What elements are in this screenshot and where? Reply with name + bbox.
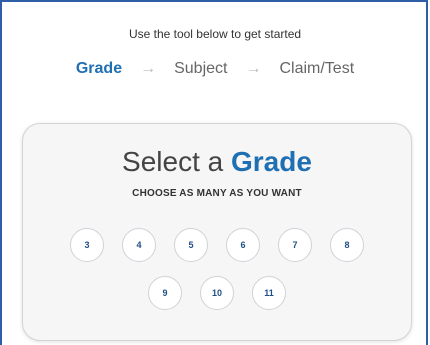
grade-row-2: 9 10 11 xyxy=(23,276,411,310)
card-subtitle: CHOOSE AS MANY AS YOU WANT xyxy=(132,188,302,199)
step-grade[interactable]: Grade xyxy=(76,60,122,78)
intro-text: Use the tool below to get started xyxy=(128,27,302,41)
title-emphasis: Grade xyxy=(231,146,312,177)
step-subject[interactable]: Subject xyxy=(174,60,227,78)
arrow-right-icon: → xyxy=(245,60,262,77)
grade-button-8[interactable]: 8 xyxy=(330,228,364,262)
step-breadcrumb: Grade → Subject → Claim/Test xyxy=(0,60,430,78)
grade-button-5[interactable]: 5 xyxy=(174,228,208,262)
grade-button-3[interactable]: 3 xyxy=(70,228,104,262)
title-prefix: Select a xyxy=(122,146,224,177)
card-title: Select a Grade xyxy=(23,146,411,178)
grade-button-7[interactable]: 7 xyxy=(278,228,312,262)
grade-button-6[interactable]: 6 xyxy=(226,228,260,262)
grade-button-10[interactable]: 10 xyxy=(200,276,234,310)
arrow-right-icon: → xyxy=(140,60,157,77)
grade-button-11[interactable]: 11 xyxy=(252,276,286,310)
grade-selection-card: Select a Grade CHOOSE AS MANY AS YOU WAN… xyxy=(22,123,412,341)
step-claim-test[interactable]: Claim/Test xyxy=(279,60,354,78)
grade-row-1: 3 4 5 6 7 8 xyxy=(23,228,411,262)
grade-button-4[interactable]: 4 xyxy=(122,228,156,262)
grade-options: 3 4 5 6 7 8 9 10 11 xyxy=(23,228,411,310)
grade-button-9[interactable]: 9 xyxy=(148,276,182,310)
